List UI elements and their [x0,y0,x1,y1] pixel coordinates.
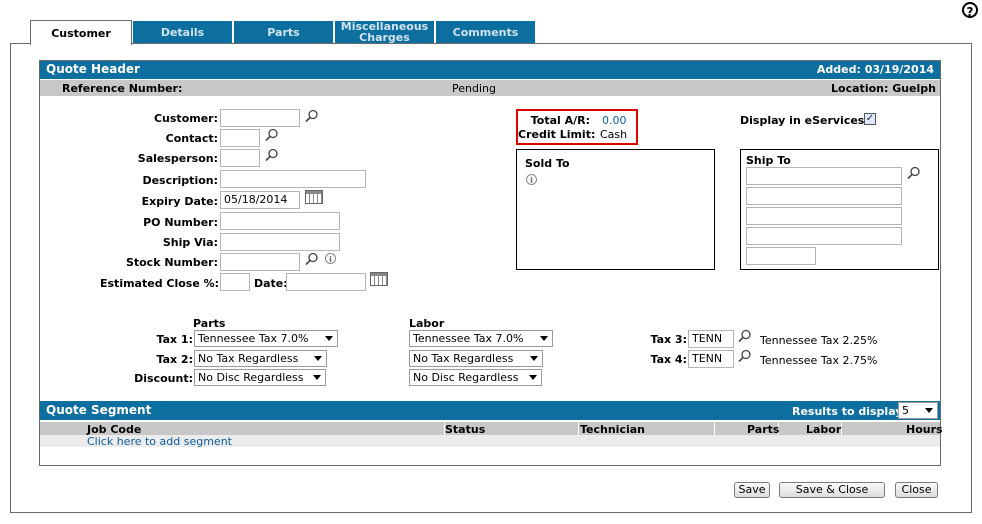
tab-label: Parts [267,25,300,39]
tax2-label: Tax 2: [156,353,194,366]
help-icon[interactable]: ? [962,2,978,19]
tax4-description: Tennessee Tax 2.75% [760,354,878,367]
salesperson-input[interactable] [220,149,260,167]
eservices-checkbox[interactable]: ✓ [864,113,876,125]
labor-heading: Labor [409,317,445,330]
sold-to-info-icon[interactable]: i [526,174,537,185]
tax4-search-icon[interactable] [738,349,752,363]
select-value: No Disc Regardless [198,371,304,384]
po-number-input[interactable] [220,212,340,230]
credit-limit-label: Credit Limit: [518,128,596,141]
tax3-description: Tennessee Tax 2.25% [760,334,878,347]
calendar-icon[interactable] [370,272,388,286]
select-value: No Tax Regardless [413,352,514,365]
ship-to-label: Ship To [746,154,791,167]
quote-header-title: Quote Header [46,62,140,76]
labor-tax1-select[interactable]: Tennessee Tax 7.0% [409,330,553,347]
reference-number-label: Reference Number: [62,82,183,95]
tax4-input[interactable]: TENN [688,350,734,368]
contact-search-icon[interactable] [265,128,279,142]
description-input[interactable] [220,170,366,188]
stock-number-label: Stock Number: [125,256,218,269]
salesperson-search-icon[interactable] [265,148,279,162]
quote-segment-title: Quote Segment [46,403,152,417]
select-value: No Tax Regardless [198,352,299,365]
tab-customer[interactable]: Customer [30,20,132,45]
ship-via-input[interactable] [220,233,340,251]
tab-miscellaneous-charges[interactable]: Miscellaneous Charges [334,20,435,44]
ship-to-line-4[interactable] [746,227,902,245]
ship-to-line-5[interactable] [746,247,816,265]
expiry-date-label: Expiry Date: [141,195,218,208]
location: Location: Guelph [831,82,936,95]
quote-segment-bar: Quote Segment Results to display: [40,401,940,420]
customer-search-icon[interactable] [305,109,319,123]
expiry-date-input[interactable]: 05/18/2014 [220,191,300,209]
customer-input[interactable] [220,109,300,127]
parts-tax2-select[interactable]: No Tax Regardless [194,350,327,367]
ship-to-search-icon[interactable] [907,166,921,180]
stock-number-input[interactable] [220,253,300,271]
segment-table-header [40,422,940,435]
description-label: Description: [142,174,218,187]
salesperson-label: Salesperson: [137,152,218,165]
estimated-close-label: Estimated Close %: [100,277,220,290]
tab-label: Miscellaneous Charges [340,20,429,44]
select-value: Tennessee Tax 7.0% [413,332,524,345]
ship-to-line-3[interactable] [746,207,902,225]
added-date: Added: 03/19/2014 [816,63,934,76]
total-ar-value: 0.00 [602,114,627,127]
contact-input[interactable] [220,129,260,147]
tab-comments[interactable]: Comments [435,20,536,44]
reference-bar: Reference Number: Pending Location: Guel… [40,80,940,96]
stock-info-icon[interactable]: i [325,253,336,264]
column-divider [578,422,579,435]
estimated-close-input[interactable] [220,273,250,291]
eservices-label: Display in eServices: [740,114,869,127]
quote-status: Pending [452,82,496,95]
tab-details[interactable]: Details [132,20,233,44]
labor-tax2-select[interactable]: No Tax Regardless [409,350,543,367]
total-ar-label: Total A/R: [530,114,590,127]
save-and-close-button[interactable]: Save & Close [779,482,885,498]
parts-discount-select[interactable]: No Disc Regardless [194,369,326,386]
customer-label: Customer: [153,112,218,125]
column-divider [714,422,715,435]
tax1-label: Tax 1: [156,333,194,346]
po-number-label: PO Number: [143,216,218,229]
ship-to-line-2[interactable] [746,187,902,205]
quote-header-bar: Quote Header Added: 03/19/2014 [40,61,940,79]
tab-label: Comments [452,25,519,39]
ship-to-line-1[interactable] [746,167,902,185]
select-value: Tennessee Tax 7.0% [198,332,309,345]
discount-label: Discount: [134,372,193,385]
tab-label: Customer [51,26,111,40]
select-value: No Disc Regardless [413,371,519,384]
save-button[interactable]: Save [734,482,770,498]
calendar-icon[interactable] [305,190,323,204]
close-date-input[interactable] [286,273,366,291]
close-button[interactable]: Close [895,482,938,498]
tab-parts[interactable]: Parts [233,20,334,44]
stock-search-icon[interactable] [305,252,319,266]
tab-label: Details [160,25,205,39]
close-date-label: Date: [254,277,288,290]
contact-label: Contact: [165,132,218,145]
tax3-label: Tax 3: [650,333,688,346]
ship-via-label: Ship Via: [162,236,218,249]
add-segment-link[interactable]: Click here to add segment [87,435,232,448]
results-to-display-select[interactable]: 5 [898,402,938,419]
tax4-label: Tax 4: [650,353,688,366]
results-to-display-label: Results to display: [792,405,907,418]
parts-tax1-select[interactable]: Tennessee Tax 7.0% [194,330,338,347]
labor-discount-select[interactable]: No Disc Regardless [409,369,542,386]
credit-limit-value: Cash [600,128,628,141]
tax3-input[interactable]: TENN [688,330,734,348]
parts-heading: Parts [193,317,226,330]
select-value: 5 [902,404,909,417]
sold-to-label: Sold To [525,157,570,170]
tax3-search-icon[interactable] [738,329,752,343]
